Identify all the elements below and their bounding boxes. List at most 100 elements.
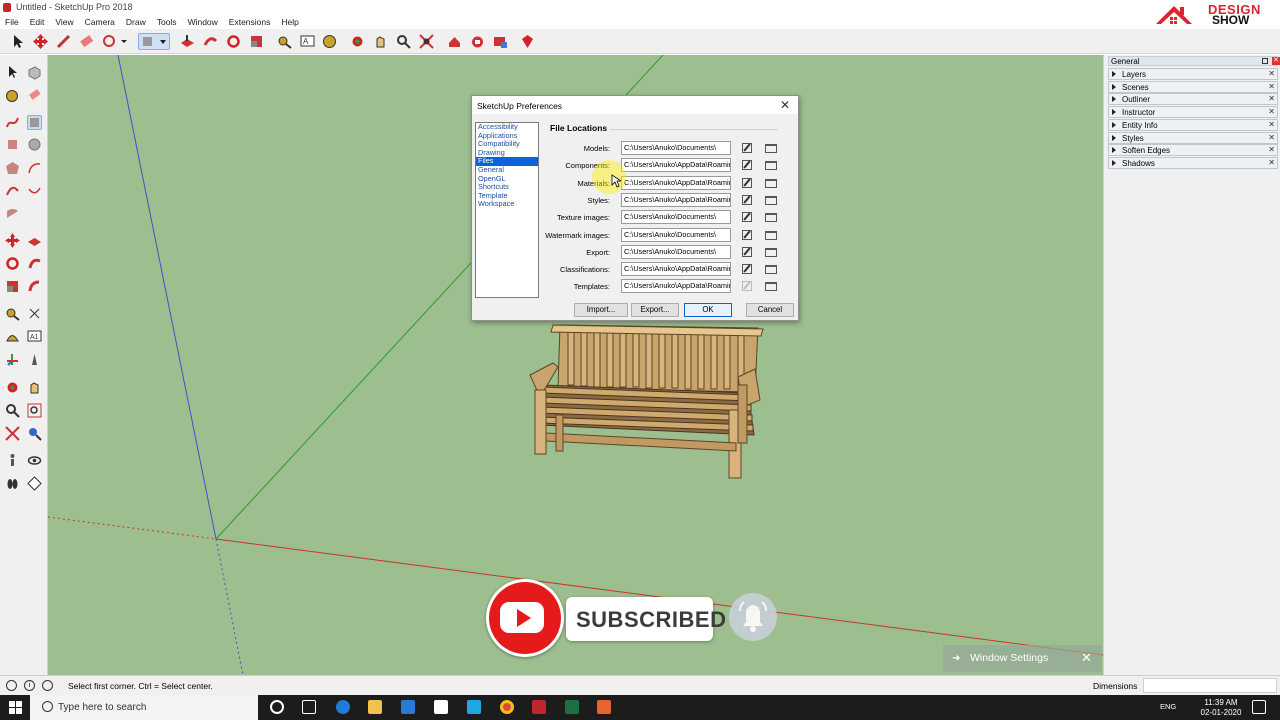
folder-icon[interactable]: [765, 282, 777, 292]
import-button[interactable]: Import...: [574, 303, 628, 317]
component-share-icon[interactable]: [469, 33, 486, 50]
rotate-tool-icon[interactable]: [225, 33, 242, 50]
folder-icon[interactable]: [765, 178, 777, 188]
offset-tool-icon[interactable]: [27, 279, 42, 294]
previous-view-icon[interactable]: [27, 426, 42, 441]
store-icon[interactable]: [401, 700, 415, 714]
look-around-icon[interactable]: [27, 453, 42, 468]
folder-icon[interactable]: [765, 247, 777, 257]
edit-icon[interactable]: [742, 177, 752, 188]
zoom-tool-icon[interactable]: [395, 33, 412, 50]
arc-tool-icon[interactable]: [27, 161, 42, 176]
close-icon[interactable]: ✕: [1081, 650, 1092, 666]
tray-item-layers[interactable]: Layers ✕: [1108, 68, 1278, 80]
task-view-icon[interactable]: [302, 700, 316, 714]
text-tool-icon[interactable]: A: [299, 33, 316, 50]
follow-me-icon[interactable]: [27, 256, 42, 271]
edit-icon[interactable]: [742, 160, 752, 171]
push-pull-icon[interactable]: [27, 233, 42, 248]
pencil-tool-icon[interactable]: [55, 33, 72, 50]
extension-warehouse-icon[interactable]: [492, 33, 509, 50]
pie-tool-icon[interactable]: [5, 205, 20, 220]
edit-icon[interactable]: [742, 194, 752, 205]
windows-start-icon[interactable]: [9, 701, 22, 714]
follow-me-tool-icon[interactable]: [202, 33, 219, 50]
position-camera-icon[interactable]: [5, 453, 20, 468]
path-field[interactable]: C:\Users\Anuko\AppData\Roamir: [621, 279, 731, 294]
window-settings-toast[interactable]: ➜ Window Settings ✕: [943, 645, 1102, 672]
paint-bucket-tool-icon[interactable]: [138, 33, 170, 50]
pan-tool-icon[interactable]: [372, 33, 389, 50]
edit-icon[interactable]: [742, 143, 752, 153]
eraser-tool-icon[interactable]: [78, 33, 95, 50]
file-explorer-icon[interactable]: [368, 700, 382, 714]
edit-icon[interactable]: [742, 212, 752, 223]
orbit-tool-icon[interactable]: [5, 380, 20, 395]
eraser-icon[interactable]: [27, 88, 42, 103]
chrome-icon[interactable]: [500, 700, 514, 714]
language-indicator[interactable]: ENG: [1160, 702, 1176, 711]
zoom-extents-tool-icon[interactable]: [418, 33, 435, 50]
dimension-tool-icon[interactable]: [27, 306, 42, 321]
tray-item-instructor[interactable]: Instructor ✕: [1108, 106, 1278, 119]
push-pull-tool-icon[interactable]: [179, 33, 196, 50]
measurements-box[interactable]: [1143, 678, 1277, 693]
scale-tool-icon[interactable]: [5, 279, 20, 294]
edge-icon[interactable]: [336, 700, 350, 714]
tray-item-outliner[interactable]: Outliner ✕: [1108, 93, 1278, 106]
export-button[interactable]: Export...: [631, 303, 679, 317]
make-component-icon[interactable]: [27, 65, 42, 80]
zoom-tool-icon[interactable]: [5, 403, 20, 418]
ok-button[interactable]: OK: [684, 303, 732, 317]
cortana-icon[interactable]: [270, 700, 284, 714]
scale-tool-icon[interactable]: [248, 33, 265, 50]
tray-item-soften-edges[interactable]: Soften Edges ✕: [1108, 144, 1278, 157]
rectangle-tool-icon[interactable]: [27, 115, 42, 130]
close-icon[interactable]: ✕: [1268, 120, 1275, 130]
folder-icon[interactable]: [765, 265, 777, 275]
category-workspace[interactable]: Workspace: [476, 200, 538, 209]
rotated-rectangle-icon[interactable]: [5, 137, 20, 152]
protractor-icon[interactable]: [5, 329, 20, 344]
three-point-arc-icon[interactable]: [27, 183, 42, 198]
edit-icon[interactable]: [742, 246, 752, 257]
system-clock[interactable]: 11:39 AM 02-01-2020: [1198, 698, 1244, 718]
folder-icon[interactable]: [765, 230, 777, 240]
tray-item-entity-info[interactable]: Entity Info ✕: [1108, 118, 1278, 131]
path-field[interactable]: C:\Users\Anuko\AppData\Roamir: [621, 262, 731, 277]
geo-location-icon[interactable]: [6, 680, 17, 691]
close-icon[interactable]: ✕: [1268, 107, 1275, 117]
notifications-icon[interactable]: [1252, 700, 1266, 714]
paint-bucket-icon[interactable]: [5, 88, 20, 103]
recorder-icon[interactable]: [597, 700, 611, 714]
edit-icon[interactable]: [742, 229, 752, 240]
menu-window[interactable]: Window: [188, 15, 218, 29]
menu-camera[interactable]: Camera: [85, 15, 115, 29]
axes-tool-icon[interactable]: [5, 352, 20, 367]
dropdown-arrow-icon[interactable]: [120, 33, 128, 50]
zoom-extents-icon[interactable]: [5, 426, 20, 441]
freehand-tool-icon[interactable]: [5, 115, 20, 130]
select-tool-icon[interactable]: [5, 65, 20, 80]
folder-icon[interactable]: [765, 195, 777, 205]
close-tray-icon[interactable]: ✕: [1272, 57, 1280, 65]
walk-tool-icon[interactable]: [5, 476, 20, 491]
edit-icon[interactable]: [742, 264, 752, 275]
select-tool-icon[interactable]: [9, 33, 26, 50]
excel-icon[interactable]: [565, 700, 579, 714]
mail-icon[interactable]: [434, 700, 448, 714]
user-icon[interactable]: [42, 680, 53, 691]
info-icon[interactable]: i: [24, 680, 35, 691]
section-plane-icon[interactable]: [27, 476, 42, 491]
folder-icon[interactable]: [765, 213, 777, 223]
taskbar-search[interactable]: Type here to search: [30, 695, 258, 720]
zoom-window-icon[interactable]: [27, 403, 42, 418]
path-field[interactable]: C:\Users\Anuko\Documents\: [621, 210, 731, 225]
tray-item-shadows[interactable]: Shadows ✕: [1108, 156, 1278, 169]
sketchup-taskbar-icon[interactable]: [532, 700, 546, 714]
menu-edit[interactable]: Edit: [30, 15, 45, 29]
cancel-button[interactable]: Cancel: [746, 303, 794, 317]
photos-icon[interactable]: [467, 700, 481, 714]
path-field[interactable]: C:\Users\Anuko\AppData\Roamir: [621, 192, 731, 207]
tape-measure-tool-icon[interactable]: [276, 33, 293, 50]
